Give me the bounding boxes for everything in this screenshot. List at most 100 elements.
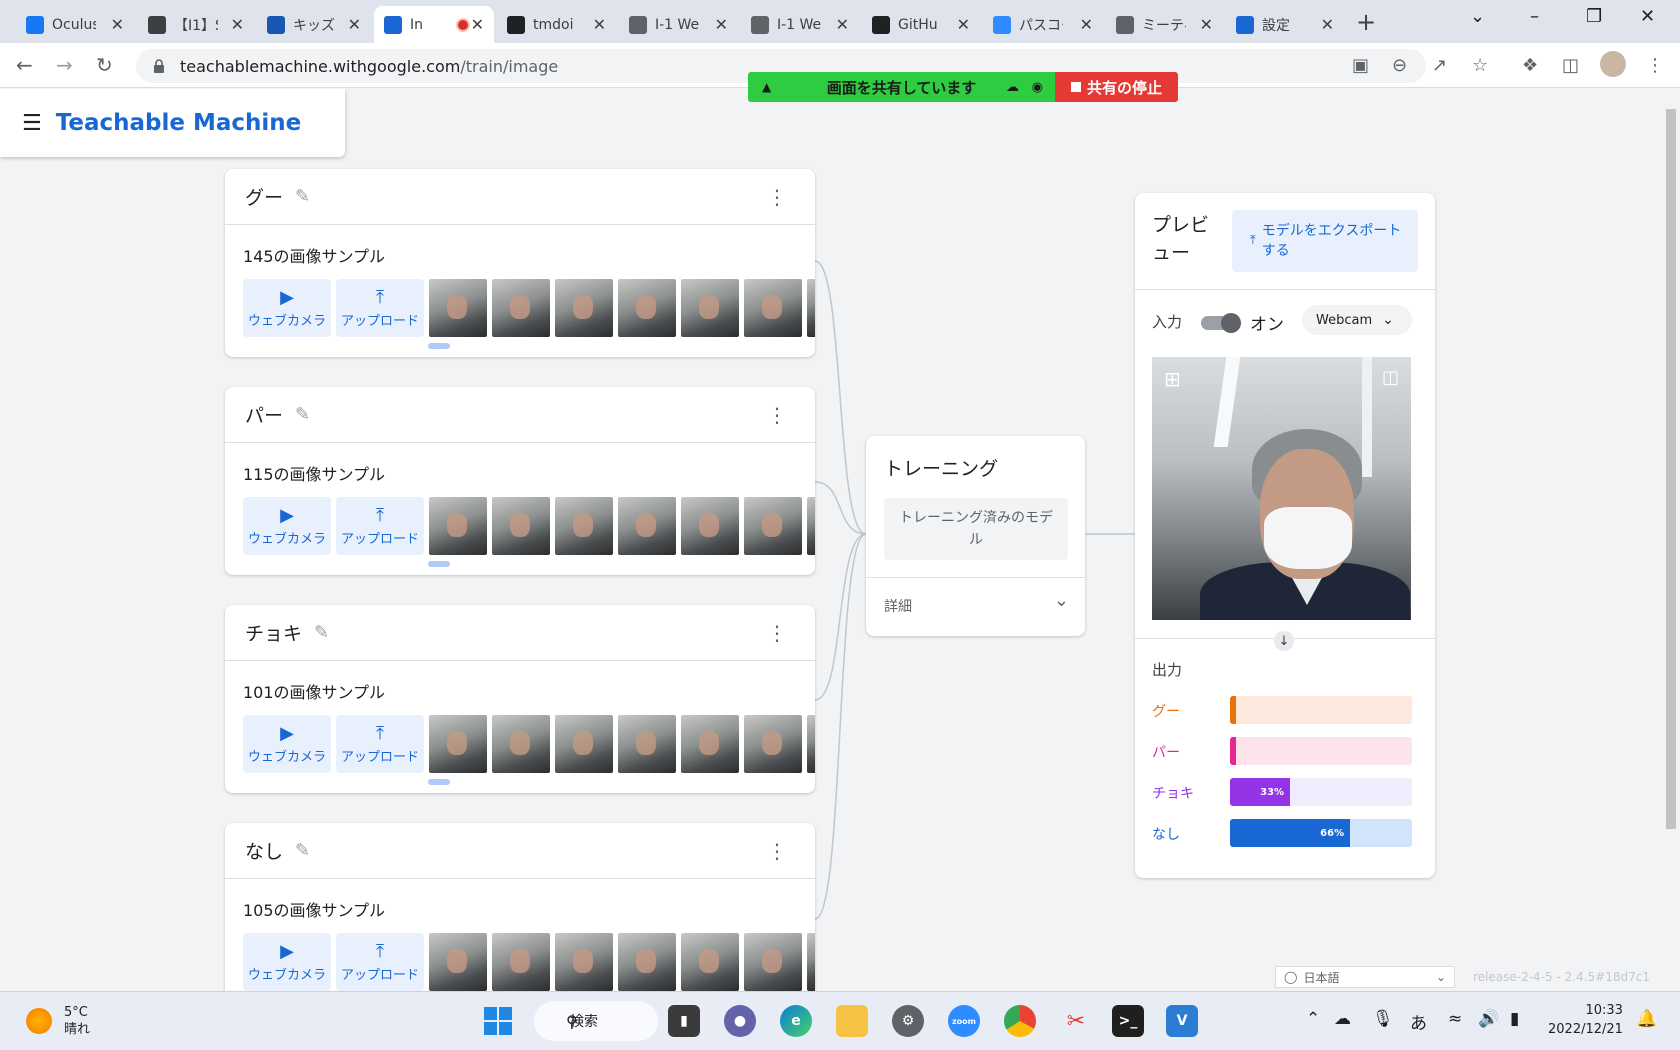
sample-thumbnail[interactable] [807,497,815,555]
task-view-icon[interactable]: ▮ [668,1005,700,1037]
class-name[interactable]: チョキ [245,619,302,646]
edge-icon[interactable]: e [780,1005,812,1037]
sample-thumbnail[interactable] [429,933,487,991]
browser-tab[interactable]: 【I1】Sc ✕ [138,6,254,43]
sample-thumbnail[interactable] [555,279,613,337]
close-icon[interactable]: ✕ [1321,15,1334,34]
close-icon[interactable]: ✕ [471,15,484,34]
more-options-icon[interactable]: ⋮ [767,839,787,863]
browser-tab[interactable]: GitHu ✕ [862,6,980,43]
browser-tab[interactable]: I-1 We ✕ [619,6,738,43]
webcam-button[interactable]: ▶ ウェブカメラ [243,279,331,337]
close-icon[interactable]: ✕ [1200,15,1213,34]
close-icon[interactable]: ✕ [715,15,728,34]
profile-avatar[interactable] [1600,51,1626,77]
sample-thumbnail[interactable] [681,279,739,337]
reload-icon[interactable]: ↻ [96,53,113,77]
close-icon[interactable]: ✕ [593,15,606,34]
sample-thumbnail[interactable] [492,279,550,337]
onedrive-icon[interactable]: ☁ [1334,1009,1351,1029]
sample-thumbnail[interactable] [744,715,802,773]
sample-thumbnail[interactable] [681,715,739,773]
edit-pencil-icon[interactable]: ✎ [314,622,329,643]
minimize-icon[interactable]: – [1530,6,1539,27]
chevron-down-icon[interactable]: ⌄ [1054,590,1069,611]
browser-tab[interactable]: I-1 We ✕ [741,6,859,43]
close-icon[interactable]: ✕ [348,15,361,34]
ime-icon[interactable]: あ [1410,1009,1427,1034]
forward-icon[interactable]: → [56,53,73,77]
crop-icon[interactable]: ⊞ [1164,367,1181,391]
clock[interactable]: 10:33 2022/12/21 [1548,1001,1623,1039]
edit-pencil-icon[interactable]: ✎ [295,186,310,207]
upload-button[interactable]: ⤒ アップロード [336,279,424,337]
edit-pencil-icon[interactable]: ✎ [295,404,310,425]
volume-icon[interactable]: 🔊 [1478,1009,1499,1029]
sample-thumbnail[interactable] [681,933,739,991]
notification-icon[interactable]: 🔔 [1636,1009,1657,1029]
browser-tab[interactable]: tmdoi ✕ [497,6,616,43]
sample-thumbnail[interactable] [618,279,676,337]
sample-thumbnail[interactable] [807,933,815,991]
browser-tab[interactable]: Oculus ✕ [16,6,134,43]
upload-button[interactable]: ⤒ アップロード [336,497,424,555]
upload-button[interactable]: ⤒ アップロード [336,715,424,773]
chevron-down-icon[interactable]: ⌄ [1470,6,1485,27]
sample-thumbnail[interactable] [744,279,802,337]
more-options-icon[interactable]: ⋮ [767,403,787,427]
close-icon[interactable]: ✕ [111,15,124,34]
bookmark-star-icon[interactable]: ☆ [1472,55,1488,76]
close-icon[interactable]: ✕ [231,15,244,34]
sample-thumbnail[interactable] [807,279,815,337]
battery-icon[interactable]: ▮ [1510,1009,1519,1029]
sample-thumbnail[interactable] [429,497,487,555]
input-toggle[interactable] [1201,313,1241,333]
share-icon[interactable]: ↗ [1432,55,1447,76]
microphone-icon[interactable]: 🎙 [1372,1009,1394,1029]
more-options-icon[interactable]: ⋮ [767,185,787,209]
browser-tab[interactable]: ミーティ ✕ [1106,6,1223,43]
webcam-button[interactable]: ▶ ウェブカメラ [243,933,331,991]
scrollbar-thumb[interactable] [1666,109,1676,829]
thumbnail-scroll-indicator[interactable] [428,343,450,349]
zoom-out-icon[interactable]: ⊖ [1392,55,1407,76]
sample-thumbnail[interactable] [492,715,550,773]
extensions-icon[interactable]: ❖ [1522,55,1538,76]
edit-pencil-icon[interactable]: ✎ [295,840,310,861]
close-icon[interactable]: ✕ [957,15,970,34]
flip-icon[interactable]: ◫ [1382,367,1399,388]
maximize-icon[interactable]: ❐ [1586,6,1602,27]
sample-thumbnail[interactable] [492,933,550,991]
sample-thumbnail[interactable] [555,715,613,773]
sample-thumbnail[interactable] [807,715,815,773]
sample-thumbnail[interactable] [555,933,613,991]
sample-thumbnail[interactable] [618,497,676,555]
class-name[interactable]: グー [245,183,283,210]
class-name[interactable]: なし [245,837,283,864]
app-title[interactable]: Teachable Machine [56,110,302,136]
close-icon[interactable]: ✕ [836,15,849,34]
terminal-icon[interactable]: >_ [1112,1005,1144,1037]
stop-sharing-button[interactable]: 共有の停止 [1055,72,1178,102]
hamburger-menu-icon[interactable]: ☰ [22,111,42,136]
thumbnail-scroll-indicator[interactable] [428,561,450,567]
back-icon[interactable]: ← [16,53,33,77]
more-options-icon[interactable]: ⋮ [767,621,787,645]
sample-thumbnail[interactable] [744,497,802,555]
chevron-up-icon[interactable]: ⌃ [1306,1009,1320,1029]
sample-thumbnail[interactable] [555,497,613,555]
chrome-icon[interactable] [1004,1005,1036,1037]
start-icon[interactable] [482,1005,514,1037]
sample-thumbnail[interactable] [429,715,487,773]
zoom-icon[interactable]: zoom [948,1005,980,1037]
webcam-button[interactable]: ▶ ウェブカメラ [243,715,331,773]
sample-thumbnail[interactable] [618,715,676,773]
export-model-button[interactable]: ⤒ モデルをエクスポートする [1232,210,1418,272]
browser-menu-icon[interactable]: ⋮ [1646,55,1664,76]
page-scrollbar[interactable] [1662,89,1680,991]
thumbnail-scroll-indicator[interactable] [428,779,450,785]
new-tab-icon[interactable]: + [1356,8,1376,36]
class-name[interactable]: パー [245,401,283,428]
upload-button[interactable]: ⤒ アップロード [336,933,424,991]
browser-tab[interactable]: キッズ ✕ [257,6,371,43]
